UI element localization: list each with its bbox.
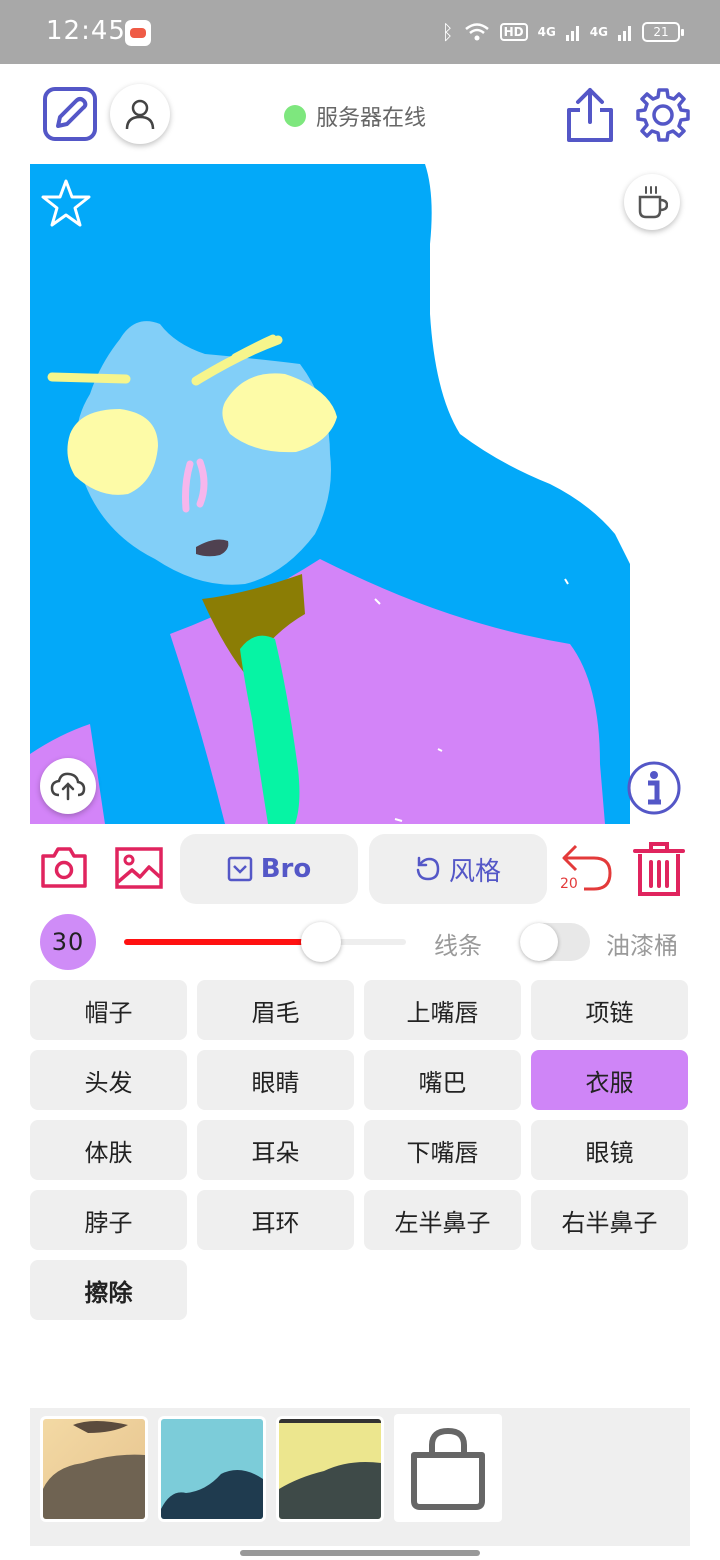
info-icon: [627, 761, 681, 815]
part-button[interactable]: 左半鼻子: [364, 1190, 521, 1250]
cloud-upload-icon: [50, 772, 86, 801]
game-app-icon: [125, 20, 151, 46]
coffee-cup-icon: [638, 186, 668, 219]
trash-icon: [633, 842, 685, 896]
camera-icon: [41, 847, 87, 888]
star-icon: [41, 179, 91, 227]
favorite-button[interactable]: [40, 178, 92, 230]
part-button[interactable]: 耳朵: [197, 1120, 354, 1180]
gear-icon: [636, 88, 690, 142]
brush-size-badge: 30: [40, 914, 96, 970]
share-button[interactable]: [564, 86, 616, 144]
part-button[interactable]: 帽子: [30, 980, 187, 1040]
part-button[interactable]: 衣服: [531, 1050, 688, 1110]
bluetooth-icon: ᛒ: [441, 20, 454, 44]
camera-button[interactable]: [40, 846, 88, 890]
bucket-toggle[interactable]: [520, 923, 590, 961]
toggle-knob: [520, 923, 558, 961]
part-button[interactable]: 擦除: [30, 1260, 187, 1320]
cloud-upload-button[interactable]: [40, 758, 96, 814]
settings-button[interactable]: [634, 86, 692, 144]
line-mode-label: 线条: [434, 932, 482, 960]
bro-model-button[interactable]: Bro: [180, 834, 358, 904]
info-button[interactable]: [626, 760, 682, 816]
part-button[interactable]: 眉毛: [197, 980, 354, 1040]
coffee-button[interactable]: [624, 174, 680, 230]
bucket-mode-label: 油漆桶: [606, 932, 678, 960]
part-button[interactable]: 眼镜: [531, 1120, 688, 1180]
server-online-dot: [284, 105, 306, 127]
part-button[interactable]: 头发: [30, 1050, 187, 1110]
part-button[interactable]: 上嘴唇: [364, 980, 521, 1040]
status-time: 12:45: [46, 16, 126, 46]
signal-bars-icon: [565, 26, 579, 41]
nose-right: [196, 458, 208, 508]
clear-button[interactable]: [632, 840, 686, 898]
shop-button[interactable]: [394, 1414, 502, 1522]
part-button[interactable]: 下嘴唇: [364, 1120, 521, 1180]
status-bar: 12:45 ᛒ HD 4G 4G 21: [0, 0, 720, 64]
hd-badge: HD: [499, 23, 528, 41]
slider-fill: [124, 939, 322, 945]
part-button[interactable]: 脖子: [30, 1190, 187, 1250]
result-image: [43, 1419, 145, 1519]
server-status-text: 服务器在线: [316, 106, 427, 131]
result-image: [161, 1419, 263, 1519]
result-thumbnail[interactable]: [40, 1416, 148, 1522]
part-grid: 帽子 眉毛 上嘴唇 项链头发 眼睛 嘴巴 衣服体肤 耳朵 下嘴唇 眼镜脖子 耳环 左半鼻子 右半鼻子擦除: [30, 980, 690, 1320]
edit-button[interactable]: [42, 86, 98, 142]
home-indicator: [240, 1550, 480, 1556]
refresh-icon: [416, 856, 440, 881]
result-tray: [30, 1408, 690, 1546]
result-thumbnail[interactable]: [276, 1416, 384, 1522]
shopping-bag-icon: [411, 1427, 485, 1510]
part-button[interactable]: 嘴巴: [364, 1050, 521, 1110]
result-thumbnail[interactable]: [158, 1416, 266, 1522]
status-icons: ᛒ HD 4G 4G 21: [441, 16, 684, 48]
sketch-drawing: [30, 164, 630, 824]
part-button[interactable]: 眼睛: [197, 1050, 354, 1110]
slider-thumb[interactable]: [301, 922, 342, 962]
left-eyebrow: [47, 372, 131, 384]
part-button[interactable]: 右半鼻子: [531, 1190, 688, 1250]
brush-size-slider[interactable]: [124, 922, 406, 962]
signal-bars-icon: [618, 26, 631, 41]
edit-square-icon: [43, 87, 97, 141]
drawing-canvas[interactable]: [30, 164, 630, 824]
dropdown-box-icon: [227, 856, 252, 882]
part-button[interactable]: 体肤: [30, 1120, 187, 1180]
signal-1: 4G: [537, 25, 556, 39]
bro-label: Bro: [260, 854, 312, 884]
server-status: 服务器在线: [284, 100, 426, 132]
result-image: [279, 1419, 381, 1519]
style-button[interactable]: 风格: [369, 834, 547, 904]
user-icon: [125, 99, 155, 130]
image-button[interactable]: [114, 846, 164, 890]
share-icon: [567, 88, 613, 142]
user-button[interactable]: [110, 84, 170, 144]
signal-2: 4G: [589, 25, 608, 39]
style-label: 风格: [448, 856, 501, 887]
part-button[interactable]: 项链: [531, 980, 688, 1040]
undo-count: 20: [560, 876, 578, 892]
wifi-icon: [464, 23, 489, 41]
image-icon: [115, 847, 163, 889]
part-button[interactable]: 耳环: [197, 1190, 354, 1250]
battery-indicator: 21: [642, 22, 684, 42]
